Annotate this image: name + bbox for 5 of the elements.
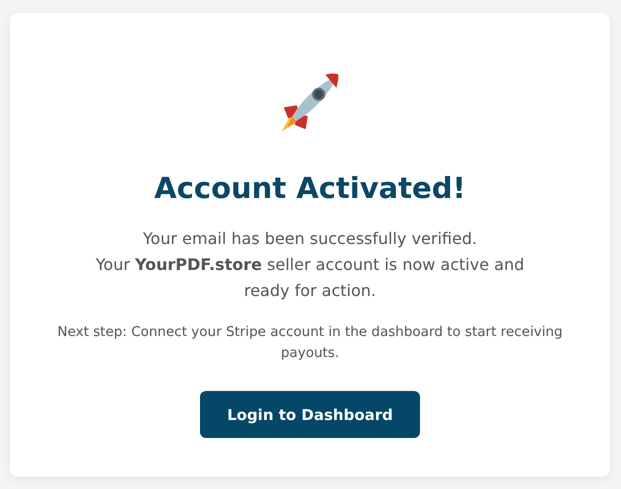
message-text: Your email has been successfully verified. <box>142 228 478 250</box>
message-text: Your YourPDF.store seller account is now active and ready for action. <box>94 254 526 302</box>
title: Account Activated! <box>154 170 466 206</box>
note-text: Next step: Connect your Stripe account in the dashboard to start receiving payouts. <box>56 323 564 364</box>
login-button[interactable]: Login to Dashboard <box>200 391 420 438</box>
